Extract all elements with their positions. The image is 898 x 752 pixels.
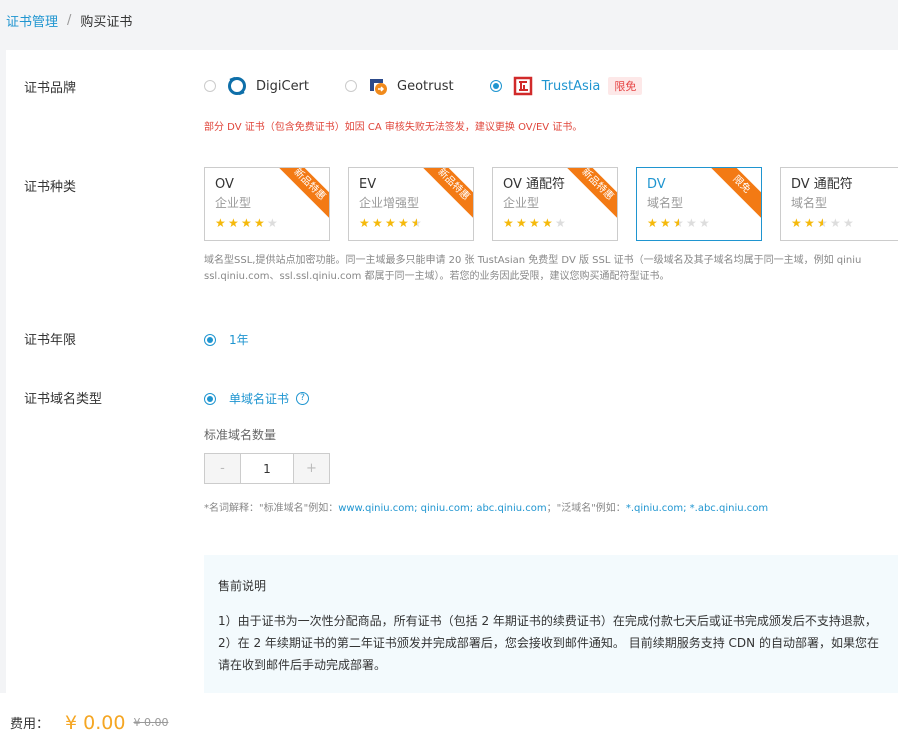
note-middle: ；"泛域名"例如： — [546, 503, 626, 514]
rating-stars: ★ ★ ★ ★ ★ — [647, 216, 761, 230]
star-icon: ★ — [647, 216, 658, 230]
rating-stars: ★ ★ ★ ★ ★ — [791, 216, 898, 230]
note-wildcard-examples: *.qiniu.com; *.abc.qiniu.com — [625, 503, 769, 514]
fee-label: 费用： — [10, 717, 50, 732]
cert-type-cards: OV企业型★★★★★新品特惠EV企业增强型★★★★★新品特惠OV 通配符企业型★… — [204, 167, 898, 241]
star-icon: ★ — [254, 216, 265, 230]
breadcrumb-current: 购买证书 — [80, 14, 133, 30]
year-option[interactable]: 1年 — [204, 331, 249, 348]
presale-title: 售前说明 — [218, 579, 267, 593]
year-label: 证书年限 — [24, 333, 77, 348]
brand-option-digicert[interactable]: DigiCert — [204, 75, 309, 97]
star-icon: ★ — [228, 216, 239, 230]
increment-button[interactable]: + — [293, 454, 329, 483]
single-domain-radio[interactable] — [204, 392, 216, 405]
star-icon: ★ — [686, 216, 697, 230]
star-icon: ★ — [542, 216, 553, 230]
year-option-label: 1年 — [229, 333, 249, 347]
presale-line-1: 1）由于证书为一次性分配商品，所有证书（包括 2 年期证书的续费证书）在完成付款… — [218, 614, 877, 628]
star-icon: ★ — [555, 216, 566, 230]
rating-stars: ★ ★ ★ ★ ★ — [359, 216, 473, 230]
star-icon: ★ — [215, 216, 226, 230]
note-prefix: *名词解释："标准域名"例如： — [204, 503, 339, 514]
star-icon: ★ — [529, 216, 540, 230]
star-icon: ★ — [791, 216, 802, 230]
star-icon: ★ — [804, 216, 815, 230]
star-icon: ★ — [503, 216, 514, 230]
cert-type-title: DV 通配符 — [791, 177, 853, 192]
brand-options: DigiCert Geotrust TrustAsia 限免 — [204, 75, 678, 97]
digicert-logo-icon — [226, 75, 248, 97]
dv-warning-text: 部分 DV 证书（包含免费证书）如因 CA 审核失败无法签发，建议更换 OV/E… — [204, 122, 583, 133]
trustasia-radio[interactable] — [489, 80, 502, 92]
domain-type-label: 证书域名类型 — [24, 392, 103, 407]
year-radio[interactable] — [204, 333, 216, 346]
digicert-name: DigiCert — [256, 78, 310, 94]
star-icon: ★ — [372, 216, 383, 230]
geotrust-name: Geotrust — [397, 78, 454, 94]
cert-type-card[interactable]: EV企业增强型★★★★★新品特惠 — [348, 167, 474, 241]
note-standard-examples: www.qiniu.com; qiniu.com; abc.qiniu.com — [338, 503, 547, 514]
star-icon: ★ — [673, 216, 686, 230]
fee-original-price: ¥ 0.00 — [133, 716, 169, 729]
digicert-radio[interactable] — [204, 80, 216, 92]
geotrust-radio[interactable] — [345, 80, 358, 92]
presale-line-2: 2）在 2 年续期证书的第二年证书颁发并完成部署后，您会接收到邮件通知。 目前续… — [218, 636, 879, 650]
brand-label: 证书品牌 — [24, 81, 77, 96]
cert-type-subtitle: 域名型 — [791, 196, 828, 210]
star-icon: ★ — [359, 216, 370, 230]
domain-qty-label: 标准域名数量 — [204, 428, 277, 442]
brand-option-trustasia[interactable]: TrustAsia 限免 — [489, 75, 643, 97]
free-badge: 限免 — [608, 77, 643, 95]
star-icon: ★ — [830, 216, 841, 230]
cert-type-card[interactable]: DV 通配符 域名型 ★ ★ ★ ★ ★ — [780, 167, 898, 241]
trustasia-logo-icon — [512, 75, 534, 97]
domain-type-option[interactable]: 单域名证书 ? — [204, 390, 310, 407]
cert-type-card[interactable]: DV域名型★★★★★限免 — [636, 167, 762, 241]
type-description-line2: ssl.qiniu.com、ssl.ssl.qiniu.com 都属于同一主域）… — [204, 271, 670, 282]
star-icon: ★ — [660, 216, 671, 230]
trustasia-name: TrustAsia — [541, 78, 601, 94]
domain-note: *名词解释："标准域名"例如：www.qiniu.com; qiniu.com;… — [204, 499, 768, 514]
star-icon: ★ — [699, 216, 710, 230]
breadcrumb-cert-management-link[interactable]: 证书管理 — [6, 11, 58, 30]
presale-notice: 售前说明 1）由于证书为一次性分配商品，所有证书（包括 2 年期证书的续费证书）… — [204, 555, 898, 693]
star-icon: ★ — [385, 216, 396, 230]
rating-stars: ★ ★ ★ ★ ★ — [215, 216, 329, 230]
decrement-button[interactable]: - — [205, 454, 241, 483]
star-icon: ★ — [843, 216, 854, 230]
star-icon: ★ — [398, 216, 409, 230]
rating-stars: ★ ★ ★ ★ ★ — [503, 216, 617, 230]
single-domain-label: 单域名证书 — [229, 392, 290, 406]
type-description: 域名型SSL,提供站点加密功能。同一主域最多只能申请 20 张 TustAsia… — [204, 253, 898, 285]
star-icon: ★ — [411, 216, 424, 230]
geotrust-logo-icon — [367, 75, 389, 97]
brand-option-geotrust[interactable]: Geotrust — [345, 75, 454, 97]
fee-price: ¥ 0.00 — [65, 711, 126, 734]
star-icon: ★ — [241, 216, 252, 230]
breadcrumb-separator: / — [67, 12, 72, 28]
cert-type-card[interactable]: OV 企业型 ★ ★ ★ ★ ★ 新品特惠 — [204, 167, 330, 241]
domain-qty-input[interactable] — [241, 454, 293, 483]
star-icon: ★ — [267, 216, 278, 230]
purchase-form-panel: 证书品牌 DigiCert Geotrust TrustAsia 限免 部分 D… — [6, 50, 898, 693]
type-label: 证书种类 — [24, 180, 77, 195]
domain-qty-stepper: - + — [204, 453, 330, 484]
breadcrumb: 证书管理 / 购买证书 — [0, 0, 898, 40]
price-footer: 费用： ¥ 0.00 ¥ 0.00 — [0, 693, 898, 752]
help-icon[interactable]: ? — [296, 392, 310, 405]
star-icon: ★ — [817, 216, 830, 230]
star-icon: ★ — [516, 216, 527, 230]
presale-line-3: 请在收到邮件后手动完成部署。 — [218, 658, 387, 672]
cert-type-card[interactable]: OV 通配符 企业型 ★ ★ ★ ★ ★ 新品特惠 — [492, 167, 618, 241]
type-description-line1: 域名型SSL,提供站点加密功能。同一主域最多只能申请 20 张 TustAsia… — [204, 255, 862, 266]
